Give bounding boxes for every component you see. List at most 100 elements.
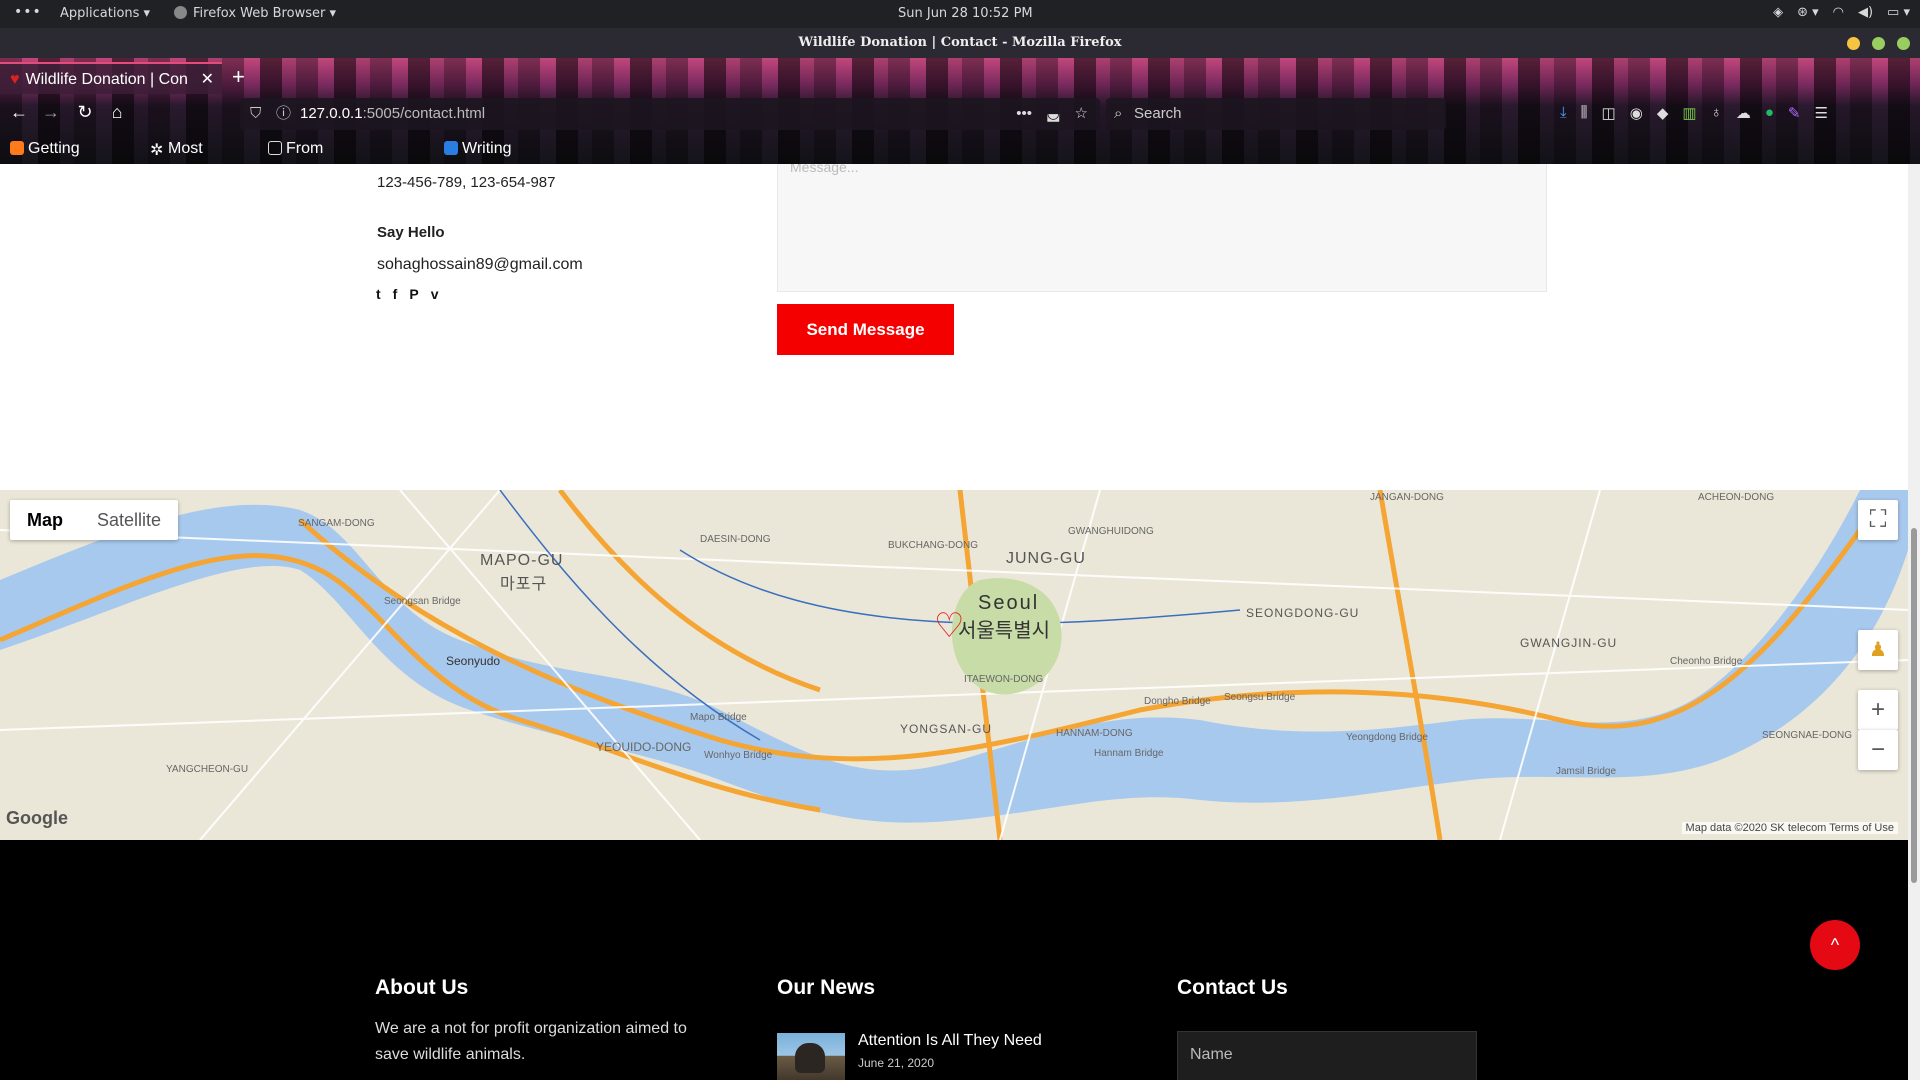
map-label: Seonyudo	[446, 654, 501, 668]
about-text: We are a not for profit organization aim…	[375, 1020, 687, 1063]
clock[interactable]: Sun Jun 28 10:52 PM	[898, 6, 1033, 21]
map-label: YANGCHEON-GU	[166, 764, 249, 775]
map-label: BUKCHANG-DONG	[888, 540, 979, 551]
navigation-toolbar: ← → ↻ ⌂ ⛉ ⓘ 127.0.0.1:5005/contact.html …	[0, 98, 1920, 132]
zoom-out-button[interactable]: −	[1858, 730, 1898, 770]
extension-feather-icon[interactable]: ✎	[1788, 104, 1801, 122]
news-thumbnail[interactable]	[777, 1033, 845, 1080]
new-tab-button[interactable]: +	[232, 62, 245, 92]
bookmark-label: Getting Started	[28, 140, 80, 157]
say-hello-heading: Say Hello	[377, 224, 445, 241]
wifi-icon[interactable]: ◠	[1833, 5, 1844, 20]
bookmark-label: Writing READMEs - Ud...	[462, 140, 512, 157]
forward-arrow-icon[interactable]: →	[38, 102, 64, 123]
chevron-up-icon: ^	[1830, 935, 1840, 955]
browser-chrome: ♥ Wildlife Donation | Con ✕ + ← → ↻ ⌂ ⛉ ⓘ…	[0, 58, 1920, 164]
facebook-icon[interactable]: f	[393, 286, 398, 302]
map-city-label: Seoul	[978, 592, 1040, 614]
maximize-button[interactable]	[1872, 37, 1885, 50]
map-label: SEONGDONG-GU	[1246, 606, 1360, 620]
minimize-button[interactable]	[1847, 37, 1860, 50]
tumblr-icon[interactable]: t	[376, 286, 381, 302]
applications-menu[interactable]: Applications ▾	[60, 6, 150, 21]
vimeo-icon[interactable]: v	[431, 286, 439, 302]
bookmarks-toolbar: Getting Started ✲Most Visited From Googl…	[0, 134, 1920, 164]
library-icon[interactable]: ⫼	[1581, 104, 1588, 122]
extension-meter-icon[interactable]: ▥	[1682, 104, 1696, 122]
map-label: JANGAN-DONG	[1370, 492, 1444, 503]
shield-icon[interactable]: ◈	[1773, 5, 1783, 20]
map-label: Wonhyo Bridge	[704, 750, 773, 761]
tracking-shield-icon[interactable]: ⛉	[250, 98, 261, 130]
window-controls	[1847, 37, 1910, 50]
firefox-app-menu[interactable]: Firefox Web Browser ▾	[174, 6, 336, 21]
map-label: SEONGNAE-DONG	[1762, 730, 1853, 741]
social-links: t f P v	[376, 286, 438, 302]
reload-icon[interactable]: ↻	[72, 102, 98, 123]
site-info-icon[interactable]: ⓘ	[276, 98, 291, 130]
scrollbar-thumb[interactable]	[1911, 528, 1917, 883]
url-bar[interactable]: ⛉ ⓘ 127.0.0.1:5005/contact.html ••• ◛ ☆	[240, 98, 1100, 130]
bookmark-most-visited[interactable]: ✲Most Visited	[150, 134, 203, 164]
map-label: Mapo Bridge	[690, 712, 747, 723]
menu-hamburger-icon[interactable]: ☰	[1814, 104, 1827, 122]
tab-contact[interactable]: ♥ Wildlife Donation | Con ✕	[0, 62, 222, 94]
pinterest-icon[interactable]: P	[409, 286, 418, 302]
extension-bulb-icon[interactable]: ♁	[1711, 104, 1722, 122]
map-label: Yeongdong Bridge	[1346, 732, 1428, 743]
accessibility-icon[interactable]: ⊛ ▾	[1797, 5, 1819, 20]
map-type-map-button[interactable]: Map	[10, 500, 80, 540]
close-window-button[interactable]	[1897, 37, 1910, 50]
folder-icon	[268, 141, 282, 155]
map-label: MAPO-GU	[480, 552, 564, 569]
map-label: HANNAM-DONG	[1056, 728, 1133, 739]
page-scrollbar[interactable]	[1908, 164, 1920, 1080]
map-type-satellite-button[interactable]: Satellite	[80, 500, 178, 540]
toolbar-icons: ⤓ ⫼ ◫ ◉ ◆ ▥ ♁ ☁ ● ✎ ☰	[1560, 104, 1828, 122]
page-actions-icon[interactable]: •••	[1016, 98, 1032, 130]
footer-name-input[interactable]: Name	[1177, 1031, 1477, 1080]
street-view-pegman-icon[interactable]: ♟	[1858, 630, 1898, 670]
home-icon[interactable]: ⌂	[104, 102, 130, 123]
battery-icon[interactable]: ▭ ▾	[1887, 5, 1910, 20]
heart-favicon-icon: ♥	[10, 71, 20, 88]
page-viewport: 123-456-789, 123-654-987 Say Hello sohag…	[0, 164, 1908, 1080]
downloads-icon[interactable]: ⤓	[1560, 104, 1567, 122]
back-arrow-icon[interactable]: ←	[6, 102, 32, 123]
udacity-icon	[444, 141, 458, 155]
map-label: ACHEON-DONG	[1698, 492, 1775, 503]
map-label: YONGSAN-GU	[900, 722, 993, 736]
account-icon[interactable]: ◉	[1630, 104, 1643, 122]
gear-icon: ✲	[150, 142, 164, 159]
extension-icon[interactable]: ◆	[1657, 104, 1669, 122]
bookmark-folder-chrome[interactable]: From Google Chrome	[268, 134, 323, 164]
grammarly-icon[interactable]: ●	[1765, 104, 1774, 122]
bookmark-star-icon[interactable]: ☆	[1075, 98, 1088, 130]
activities-dots-icon[interactable]: •••	[14, 4, 42, 20]
send-message-button[interactable]: Send Message	[777, 304, 954, 355]
news-title[interactable]: Attention Is All They Need	[858, 1032, 1042, 1050]
applications-label: Applications	[60, 6, 140, 21]
sidebar-icon[interactable]: ◫	[1602, 104, 1616, 122]
fullscreen-icon[interactable]: ⛶	[1858, 500, 1898, 540]
google-logo[interactable]: Google	[6, 808, 68, 829]
scroll-to-top-button[interactable]: ^	[1810, 920, 1860, 970]
map-attribution[interactable]: Map data ©2020 SK telecom Terms of Use	[1681, 822, 1898, 834]
about-heading: About Us	[375, 976, 469, 999]
bookmark-writing-readmes[interactable]: Writing READMEs - Ud...	[444, 134, 512, 164]
map-label: Seongsu Bridge	[1224, 692, 1296, 703]
bookmark-getting-started[interactable]: Getting Started	[10, 134, 80, 164]
heart-marker-icon[interactable]: ♡	[934, 606, 964, 646]
map-label: GWANGHUIDONG	[1068, 526, 1154, 537]
news-date: June 21, 2020	[858, 1056, 935, 1070]
zoom-in-button[interactable]: +	[1858, 690, 1898, 730]
message-textarea[interactable]: Message...	[777, 164, 1547, 292]
google-map[interactable]: Map Satellite ⛶ ♟ + − Seoul 서울특별시 ♡ SANG…	[0, 490, 1908, 840]
extension-cloud-icon[interactable]: ☁	[1736, 104, 1751, 122]
map-label: GWANGJIN-GU	[1520, 636, 1618, 650]
search-bar[interactable]: ⌕ Search	[1106, 98, 1446, 130]
volume-icon[interactable]: ◀)	[1858, 5, 1873, 20]
pocket-icon[interactable]: ◛	[1046, 98, 1061, 130]
url-text[interactable]: 127.0.0.1:5005/contact.html	[300, 98, 485, 130]
close-tab-icon[interactable]: ✕	[201, 64, 214, 96]
